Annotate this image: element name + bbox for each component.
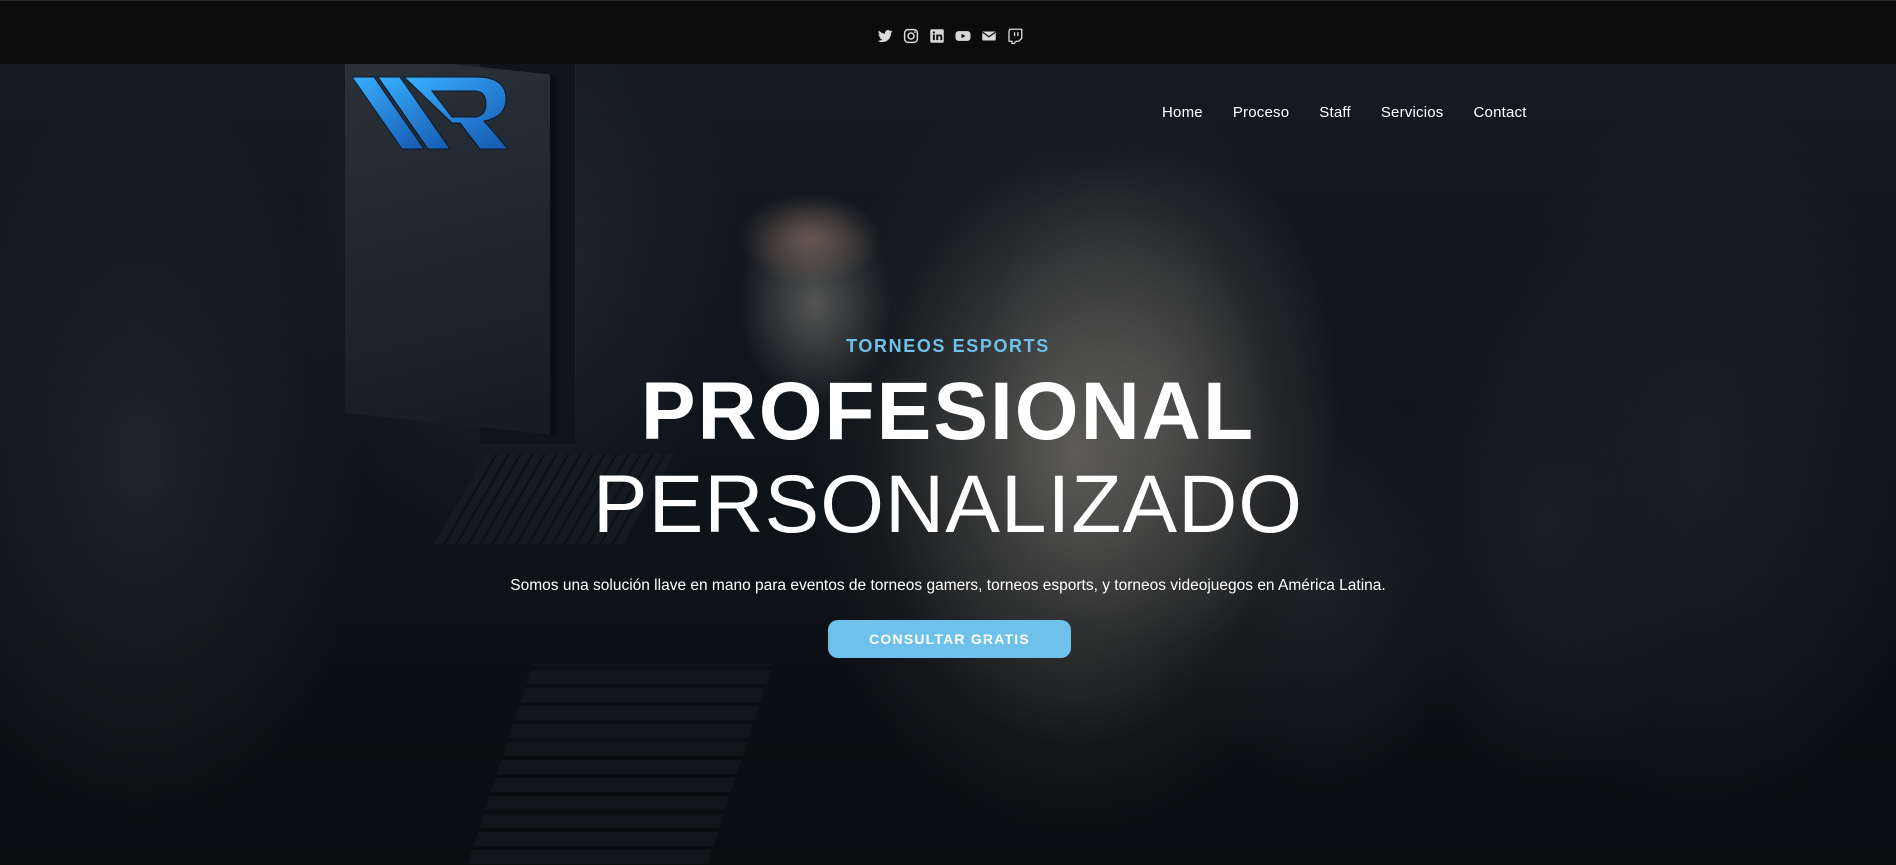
twitch-icon[interactable] [1006,27,1024,45]
linkedin-icon[interactable] [928,27,946,45]
top-bar [0,0,1896,65]
social-links [876,27,1024,45]
envelope-icon[interactable] [980,27,998,45]
nav-item-home[interactable]: Home [1162,104,1203,121]
main-nav: Home Proceso Staff Servicios Contact [1162,104,1527,121]
hero-subtitle: PERSONALIZADO [592,459,1304,550]
nav-item-servicios[interactable]: Servicios [1381,104,1444,121]
hero-title: PROFESIONAL [640,366,1256,457]
youtube-icon[interactable] [954,27,972,45]
nav-item-proceso[interactable]: Proceso [1233,104,1289,121]
consultar-gratis-button[interactable]: CONSULTAR GRATIS [828,620,1071,658]
hero-eyebrow: TORNEOS ESPORTS [846,336,1050,356]
brand-logo[interactable] [351,73,510,153]
hero-section: Home Proceso Staff Servicios Contact TOR… [0,64,1896,865]
nav-item-staff[interactable]: Staff [1319,104,1351,121]
twitter-icon[interactable] [876,27,894,45]
hero-description: Somos una solución llave en mano para ev… [510,577,1386,594]
nav-item-contact[interactable]: Contact [1474,104,1527,121]
instagram-icon[interactable] [902,27,920,45]
